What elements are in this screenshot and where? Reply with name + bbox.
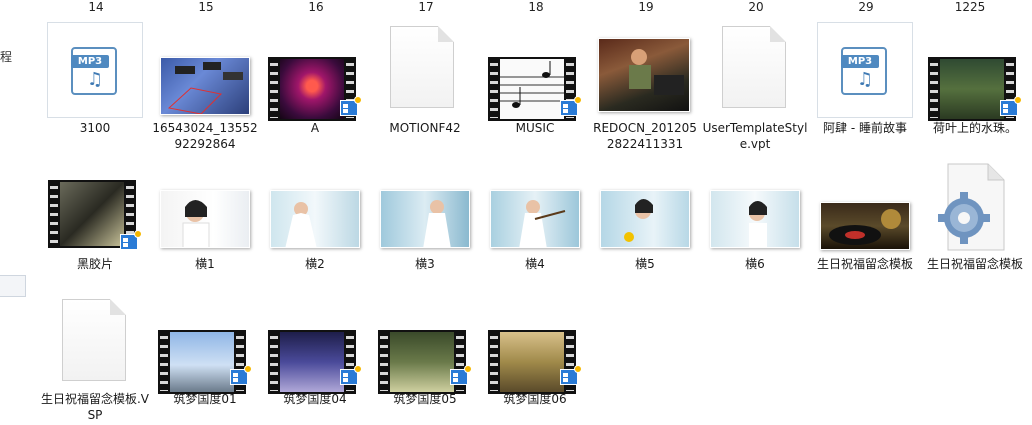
image-thumbnail	[710, 190, 800, 248]
file-name: 荷叶上的水珠。	[932, 121, 1017, 135]
video-badge-icon	[340, 365, 362, 385]
file-item[interactable]: 16543024_1355292292864	[150, 20, 260, 160]
mp3-file-icon: MP3 ♫	[817, 22, 913, 118]
prev-row-label[interactable]: 14	[76, 0, 116, 14]
image-thumbnail	[600, 190, 690, 248]
file-name: 横5	[635, 257, 655, 271]
file-name: 横4	[525, 257, 545, 271]
file-item[interactable]: A	[260, 20, 370, 140]
file-item[interactable]: 筑梦国度06	[480, 295, 590, 415]
prev-row-label[interactable]: 16	[296, 0, 336, 14]
mp3-file-icon: MP3 ♫	[47, 22, 143, 118]
image-thumbnail	[270, 190, 360, 248]
file-item[interactable]: 横6	[700, 160, 810, 280]
video-badge-icon	[230, 365, 252, 385]
file-item[interactable]: 生日祝福留念模板.VSP	[40, 295, 150, 425]
file-item[interactable]: 生日祝福留念模板	[810, 160, 920, 290]
file-name: 横3	[415, 257, 435, 271]
file-item[interactable]: MP3 ♫ 阿肆 - 睡前故事	[810, 20, 920, 140]
nav-pane-scroll-thumb[interactable]	[0, 275, 26, 297]
prev-row-label[interactable]: 15	[186, 0, 226, 14]
image-thumbnail	[160, 190, 250, 248]
video-badge-icon	[450, 365, 472, 385]
file-item[interactable]: 筑梦国度05	[370, 295, 480, 415]
video-badge-icon	[120, 230, 142, 250]
blank-document-icon	[722, 26, 786, 108]
file-name: 筑梦国度05	[393, 392, 457, 406]
file-name: 筑梦国度04	[283, 392, 347, 406]
file-item[interactable]: 横3	[370, 160, 480, 280]
prev-row-label[interactable]: 17	[406, 0, 446, 14]
file-name: 生日祝福留念模板	[816, 257, 913, 271]
image-thumbnail	[160, 57, 250, 115]
file-item[interactable]: 生日祝福留念模板	[920, 160, 1030, 290]
file-item[interactable]: 横1	[150, 160, 260, 280]
image-thumbnail	[820, 202, 910, 250]
file-item[interactable]: 横2	[260, 160, 370, 280]
image-thumbnail	[598, 38, 690, 112]
file-name: REDOCN_2012052822411331	[593, 121, 697, 151]
blank-document-icon	[390, 26, 454, 108]
file-name: A	[310, 121, 320, 135]
file-item[interactable]: REDOCN_2012052822411331	[590, 20, 700, 160]
file-item[interactable]: 横5	[590, 160, 700, 280]
file-item[interactable]: 筑梦国度04	[260, 295, 370, 415]
nav-pane-partial-text: 程	[0, 50, 13, 64]
file-item[interactable]: 荷叶上的水珠。	[920, 20, 1030, 140]
image-thumbnail	[490, 190, 580, 248]
file-item[interactable]: 横4	[480, 160, 590, 280]
file-name: 横2	[305, 257, 325, 271]
file-name: 生日祝福留念模板.VSP	[40, 392, 150, 422]
file-name: MOTIONF42	[389, 121, 461, 135]
file-item[interactable]: 筑梦国度01	[150, 295, 260, 415]
file-item[interactable]: MUSIC	[480, 20, 590, 140]
navigation-pane-edge: 程	[0, 0, 27, 425]
video-badge-icon	[560, 96, 582, 116]
prev-row-label[interactable]: 18	[516, 0, 556, 14]
file-name: 横6	[745, 257, 765, 271]
file-name: 阿肆 - 睡前故事	[823, 121, 907, 135]
gear-file-icon	[938, 162, 1008, 251]
video-badge-icon	[1000, 96, 1022, 116]
file-name: 筑梦国度01	[173, 392, 237, 406]
file-name: 16543024_1355292292864	[152, 121, 258, 151]
file-name: 横1	[195, 257, 215, 271]
file-item[interactable]: 黑胶片	[40, 160, 150, 280]
file-item[interactable]: MP3 ♫ 3100	[40, 20, 150, 140]
prev-row-label[interactable]: 29	[846, 0, 886, 14]
video-badge-icon	[340, 96, 362, 116]
image-thumbnail	[380, 190, 470, 248]
prev-row-label[interactable]: 20	[736, 0, 776, 14]
blank-document-icon	[62, 299, 126, 381]
file-item[interactable]: UserTemplateStyle.vpt	[700, 20, 810, 160]
file-item[interactable]: MOTIONF42	[370, 20, 480, 140]
video-badge-icon	[560, 365, 582, 385]
file-name: UserTemplateStyle.vpt	[702, 121, 808, 151]
prev-row-label[interactable]: 19	[626, 0, 666, 14]
file-name: MUSIC	[515, 121, 555, 135]
file-name: 生日祝福留念模板	[926, 257, 1023, 271]
file-name: 筑梦国度06	[503, 392, 567, 406]
prev-row-label[interactable]: 1225	[950, 0, 990, 14]
file-name: 黑胶片	[76, 257, 113, 271]
file-name: 3100	[79, 121, 111, 135]
